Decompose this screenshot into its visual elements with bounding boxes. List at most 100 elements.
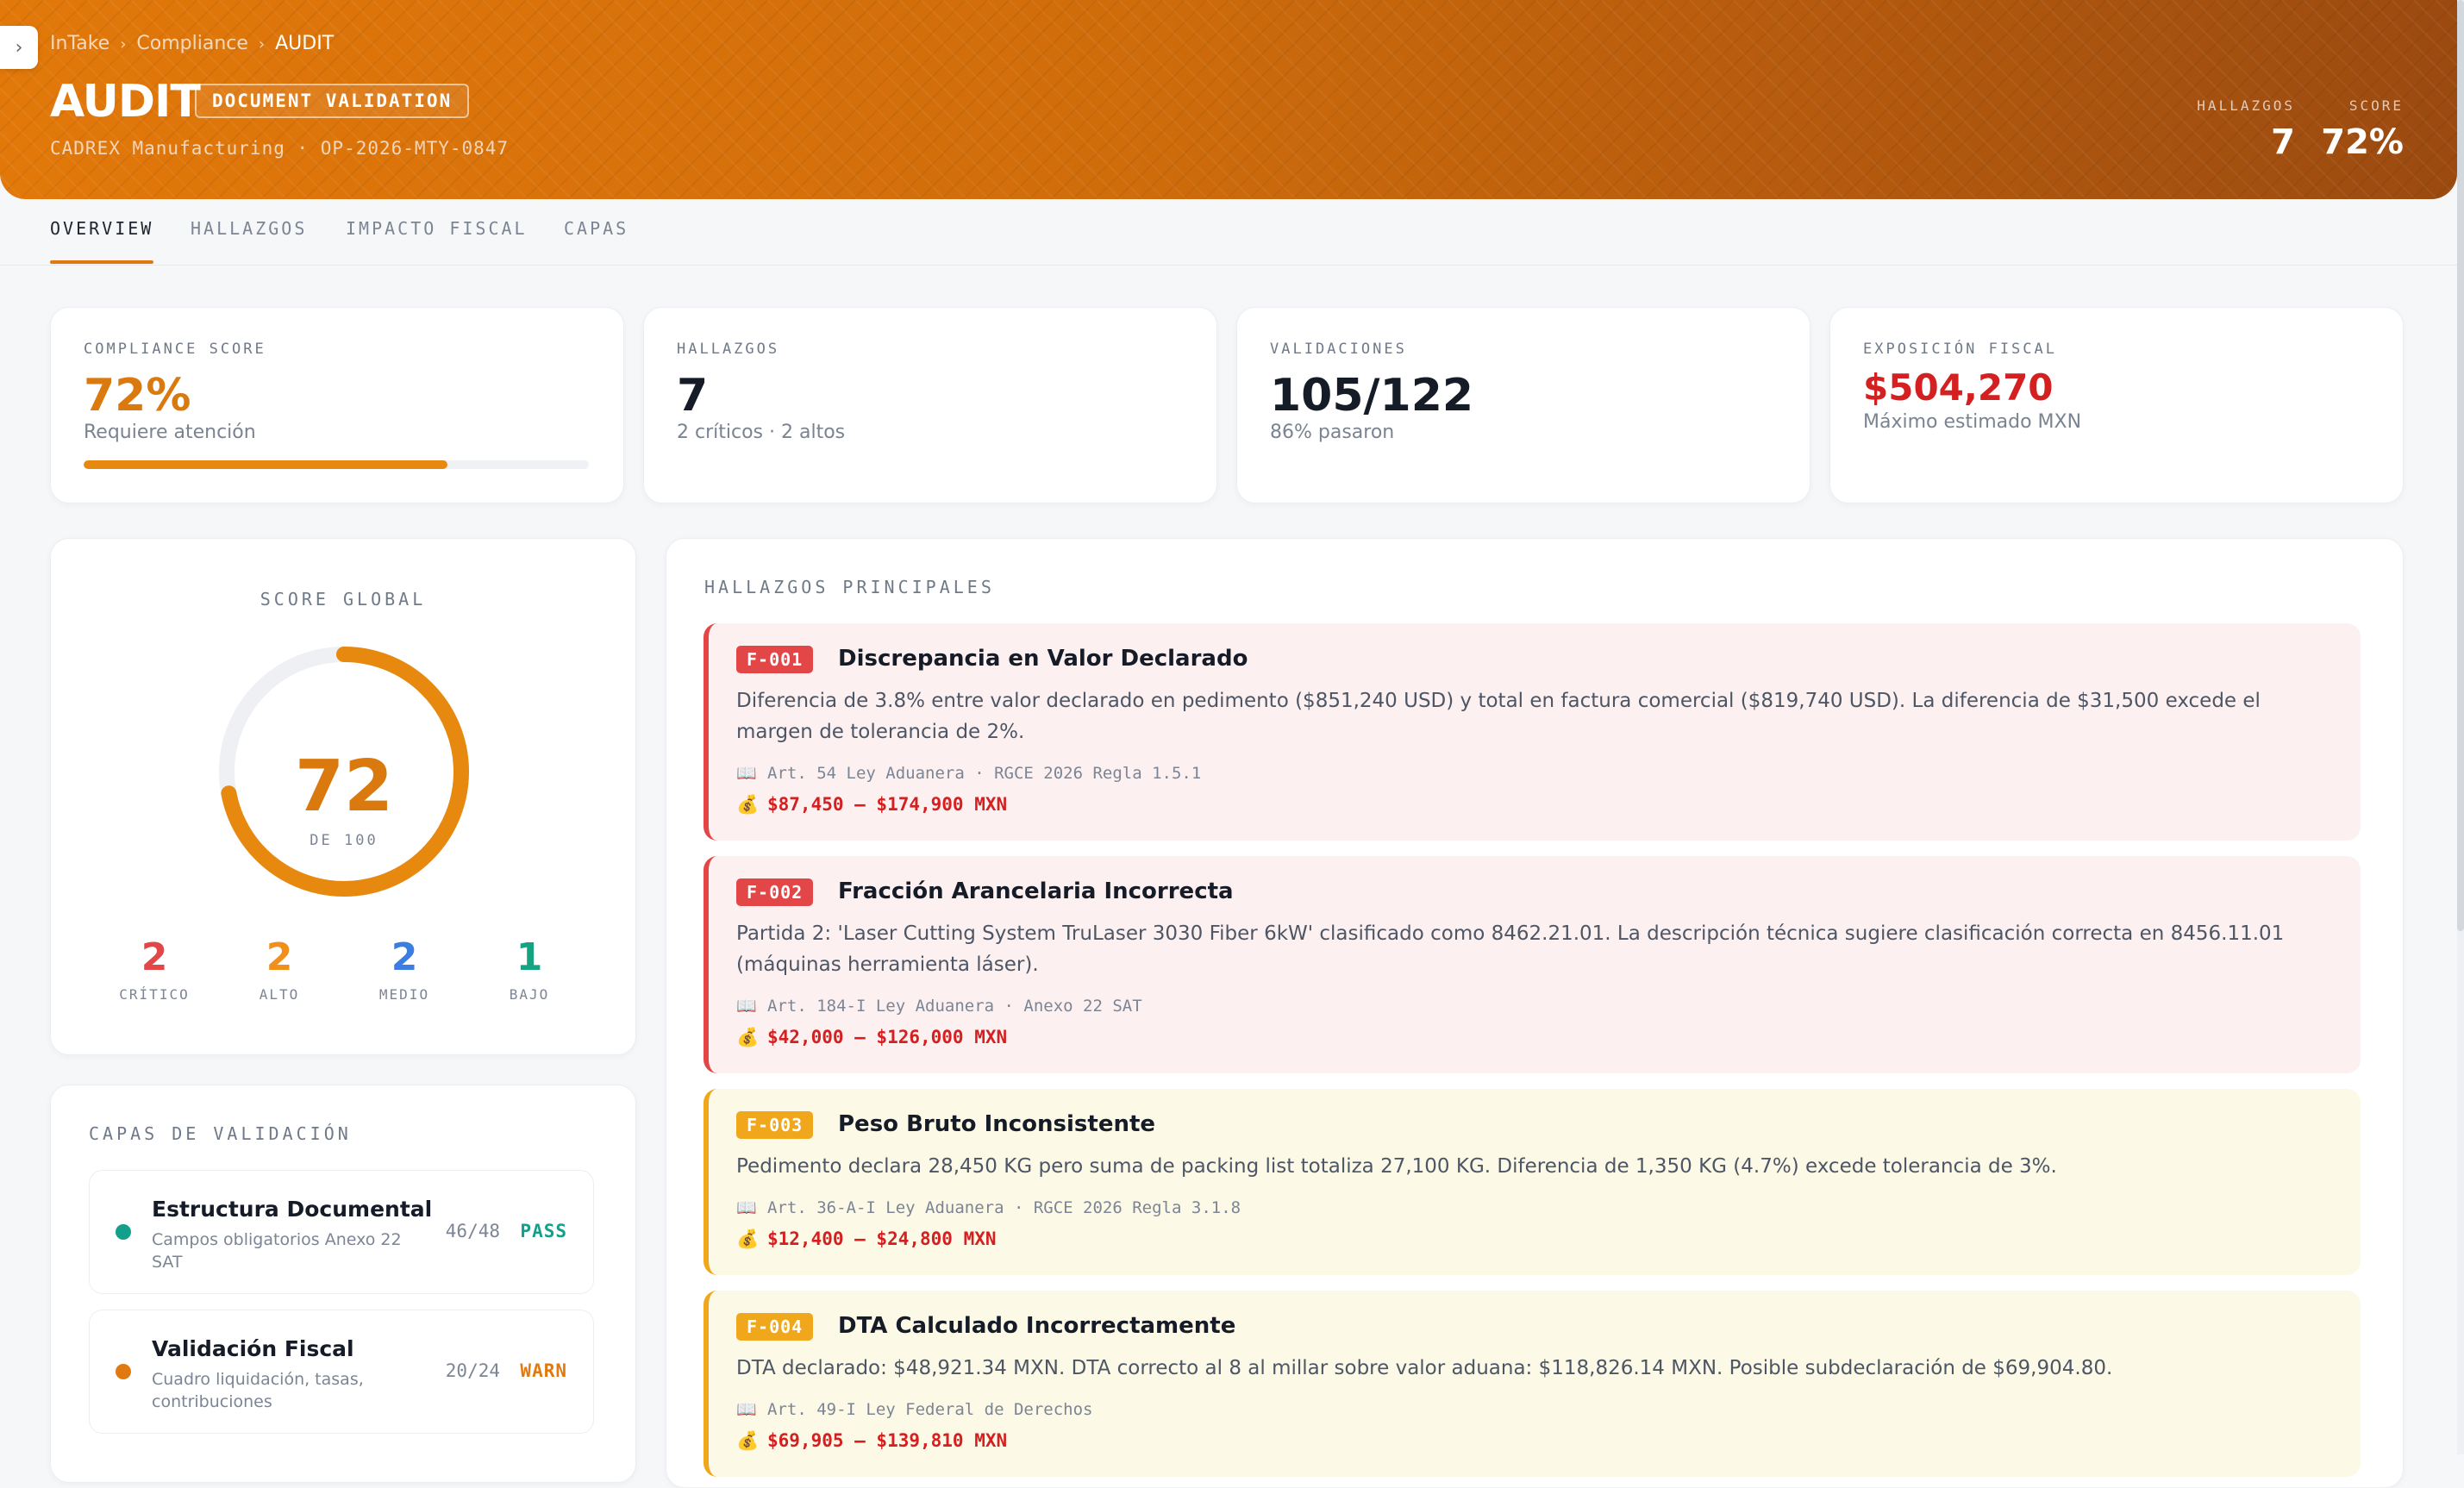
finding-reference-text: Art. 49-I Ley Federal de Derechos <box>767 1400 1093 1419</box>
money-bag-icon: 💰 <box>736 1229 760 1249</box>
finding-title: Peso Bruto Inconsistente <box>838 1111 1156 1137</box>
finding-card[interactable]: F-001 Discrepancia en Valor Declarado Di… <box>704 623 2361 841</box>
score-global-label: SCORE GLOBAL <box>260 589 427 610</box>
page-scrollbar[interactable] <box>2457 0 2464 1454</box>
progress-bar-fill <box>84 460 447 469</box>
severity-count: 2 <box>141 935 168 979</box>
document-type-badge: DOCUMENT VALIDATION <box>195 84 470 118</box>
finding-amount: 💰 $42,000 — $126,000 MXN <box>736 1027 1007 1048</box>
layer-title: Validación Fiscal <box>152 1336 354 1361</box>
status-dot-icon <box>116 1224 131 1240</box>
kpi-value: 105/122 <box>1270 370 1474 422</box>
score-value: 72 <box>294 746 394 828</box>
tab-impacto-fiscal[interactable]: IMPACTO FISCAL <box>346 218 528 239</box>
status-dot-icon <box>116 1364 131 1379</box>
breadcrumb-separator-icon: › <box>258 35 266 53</box>
score-global-card: SCORE GLOBAL 72 DE 100 2 CRÍTICO 2 ALTO … <box>50 538 636 1055</box>
kpi-card-exposicion-fiscal: EXPOSICIÓN FISCAL $504,270 Máximo estima… <box>1829 307 2404 503</box>
money-bag-icon: 💰 <box>736 1430 760 1451</box>
severity-count: 1 <box>516 935 543 979</box>
finding-title: Fracción Arancelaria Incorrecta <box>838 878 1234 904</box>
layer-status-badge: WARN <box>520 1360 567 1381</box>
tab-bar: OVERVIEW HALLAZGOS IMPACTO FISCAL CAPAS <box>0 199 2457 266</box>
finding-reference: 📖 Art. 184-I Ley Aduanera · Anexo 22 SAT <box>736 996 1142 1016</box>
finding-id-badge: F-001 <box>736 646 814 673</box>
finding-amount: 💰 $87,450 — $174,900 MXN <box>736 794 1007 816</box>
capas-validacion-card: CAPAS DE VALIDACIÓN Estructura Documenta… <box>50 1085 636 1483</box>
breadcrumb: InTake › Compliance › AUDIT <box>50 33 334 54</box>
finding-title: Discrepancia en Valor Declarado <box>838 646 1248 672</box>
finding-reference-text: Art. 36-A-I Ley Aduanera · RGCE 2026 Reg… <box>767 1198 1241 1217</box>
layer-description: Campos obligatorios Anexo 22 SAT <box>152 1230 402 1272</box>
header-stat-label: HALLAZGOS <box>2197 97 2295 114</box>
layer-validacion-fiscal[interactable]: Validación Fiscal Cuadro liquidación, ta… <box>89 1310 594 1434</box>
breadcrumb-item-current: AUDIT <box>275 33 335 54</box>
kpi-card-validaciones: VALIDACIONES 105/122 86% pasaron <box>1236 307 1810 503</box>
finding-id-badge: F-003 <box>736 1111 814 1139</box>
sidebar-toggle-button[interactable]: › <box>0 26 38 69</box>
finding-reference: 📖 Art. 36-A-I Ley Aduanera · RGCE 2026 Re… <box>736 1197 1241 1217</box>
page-header: InTake › Compliance › AUDIT AUDIT DOCUMENT V… <box>0 0 2457 199</box>
header-stat-value: 7 <box>2271 122 2295 162</box>
score-scale: DE 100 <box>310 832 378 849</box>
kpi-value: $504,270 <box>1863 366 2054 409</box>
header-stat-value: 72% <box>2321 122 2404 162</box>
hallazgos-principales-card: HALLAZGOS PRINCIPALES F-001 Discrepancia… <box>666 538 2404 1488</box>
layer-description: Cuadro liquidación, tasas, contribucione… <box>152 1370 364 1411</box>
layer-count: 20/24 <box>445 1360 500 1381</box>
kpi-label: EXPOSICIÓN FISCAL <box>1863 341 2057 358</box>
finding-amount-text: $69,905 — $139,810 MXN <box>767 1430 1008 1451</box>
finding-reference-text: Art. 184-I Ley Aduanera · Anexo 22 SAT <box>767 997 1142 1016</box>
layer-count: 46/48 <box>445 1221 500 1241</box>
page-title: AUDIT <box>50 76 201 128</box>
finding-title: DTA Calculado Incorrectamente <box>838 1313 1236 1339</box>
header-stat-hallazgos: HALLAZGOS 7 <box>2197 97 2295 162</box>
breadcrumb-item-intake[interactable]: InTake <box>50 33 109 54</box>
finding-reference: 📖 Art. 49-I Ley Federal de Derechos <box>736 1399 1093 1419</box>
kpi-subtext: 2 críticos · 2 altos <box>677 422 846 443</box>
kpi-subtext: Máximo estimado MXN <box>1863 411 2082 433</box>
breadcrumb-item-compliance[interactable]: Compliance <box>136 33 248 54</box>
book-icon: 📖 <box>736 1198 757 1217</box>
severity-label: CRÍTICO <box>119 986 190 1003</box>
book-icon: 📖 <box>736 764 757 783</box>
severity-medio: 2 MEDIO <box>353 935 456 1003</box>
chevron-right-icon: › <box>15 36 23 59</box>
compliance-progress-bar <box>84 460 589 469</box>
kpi-subtext: 86% pasaron <box>1270 422 1395 443</box>
kpi-label: COMPLIANCE SCORE <box>84 341 266 358</box>
book-icon: 📖 <box>736 1400 757 1419</box>
finding-description: Partida 2: 'Laser Cutting System TruLase… <box>736 922 2285 976</box>
finding-reference-text: Art. 54 Ley Aduanera · RGCE 2026 Regla 1… <box>767 764 1202 783</box>
header-stat-label: SCORE <box>2348 97 2404 114</box>
capas-validacion-label: CAPAS DE VALIDACIÓN <box>89 1123 352 1144</box>
severity-alto: 2 ALTO <box>228 935 331 1003</box>
finding-id-badge: F-002 <box>736 878 814 906</box>
finding-card[interactable]: F-002 Fracción Arancelaria Incorrecta Pa… <box>704 856 2361 1073</box>
finding-amount-text: $87,450 — $174,900 MXN <box>767 794 1008 815</box>
severity-label: BAJO <box>509 986 550 1003</box>
finding-card[interactable]: F-004 DTA Calculado Incorrectamente DTA … <box>704 1291 2361 1477</box>
kpi-card-compliance: COMPLIANCE SCORE 72% Requiere atención <box>50 307 624 503</box>
operation-subtitle: CADREX Manufacturing · OP-2026-MTY-0847 <box>50 138 510 159</box>
tab-capas[interactable]: CAPAS <box>564 218 629 239</box>
money-bag-icon: 💰 <box>736 794 760 815</box>
finding-card[interactable]: F-003 Peso Bruto Inconsistente Pedimento… <box>704 1089 2361 1275</box>
layer-estructura-documental[interactable]: Estructura Documental Campos obligatorio… <box>89 1170 594 1294</box>
kpi-label: VALIDACIONES <box>1270 341 1407 358</box>
kpi-label: HALLAZGOS <box>677 341 780 358</box>
finding-reference: 📖 Art. 54 Ley Aduanera · RGCE 2026 Regla … <box>736 763 1201 783</box>
tab-overview[interactable]: OVERVIEW <box>50 218 153 239</box>
hallazgos-principales-label: HALLAZGOS PRINCIPALES <box>704 577 995 597</box>
finding-description: Pedimento declara 28,450 KG pero suma de… <box>736 1155 2057 1178</box>
breadcrumb-separator-icon: › <box>120 35 127 53</box>
severity-critico: 2 CRÍTICO <box>103 935 206 1003</box>
finding-description: DTA declarado: $48,921.34 MXN. DTA corre… <box>736 1357 2113 1379</box>
finding-id-badge: F-004 <box>736 1313 814 1341</box>
severity-label: ALTO <box>259 986 300 1003</box>
severity-count: 2 <box>391 935 418 979</box>
active-tab-indicator <box>50 260 153 264</box>
page-scrollbar-thumb[interactable] <box>2457 0 2464 931</box>
tab-hallazgos[interactable]: HALLAZGOS <box>191 218 307 239</box>
kpi-value: 7 <box>677 370 709 422</box>
